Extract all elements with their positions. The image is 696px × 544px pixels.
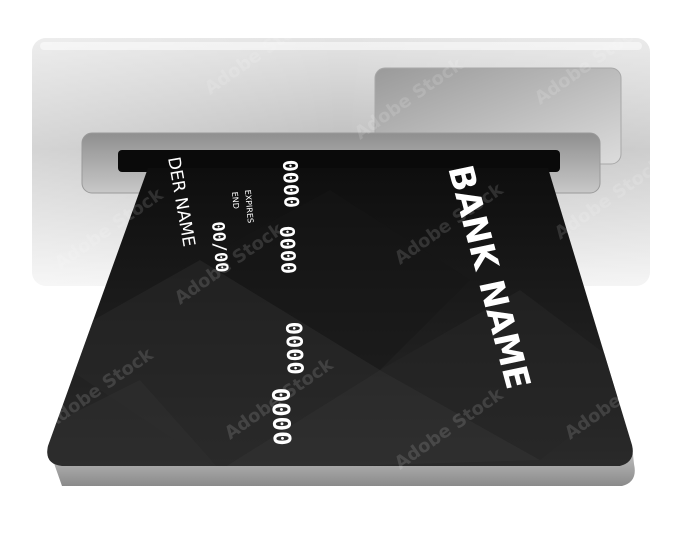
card-number-group-1: 0000 [278, 159, 304, 208]
card-number-group-4: 0000 [266, 387, 296, 446]
end-label: END [230, 191, 240, 209]
card-number-group-3: 0000 [280, 321, 307, 375]
atm-card-illustration: Adobe Stock Adobe Stock Adobe Stock Adob… [32, 8, 678, 486]
card-number-group-2: 0000 [275, 225, 301, 274]
